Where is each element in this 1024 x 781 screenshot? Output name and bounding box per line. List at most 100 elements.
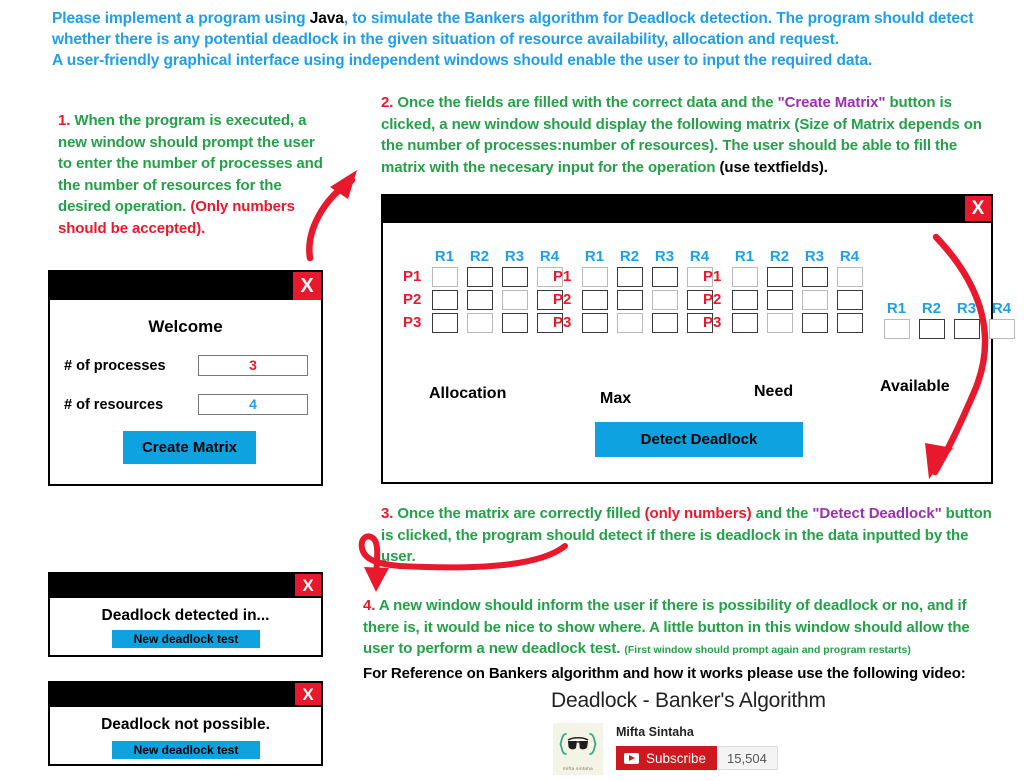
processes-input[interactable]: 3	[198, 355, 308, 376]
matrix-cell-allocation-p3-r2[interactable]	[466, 312, 493, 333]
instruction-2-bold-tail: (use textfields).	[719, 158, 828, 176]
matrix-row: P2	[553, 288, 717, 311]
close-icon[interactable]: X	[295, 574, 321, 596]
resource-header-r1: R1	[886, 300, 907, 317]
matrix-cell-available-avail-r4[interactable]	[988, 318, 1015, 339]
matrix-cell-allocation-p2-r1[interactable]	[431, 289, 458, 310]
process-label-p1: P1	[403, 268, 422, 285]
new-deadlock-test-button[interactable]: New deadlock test	[112, 630, 260, 648]
subscribe-row: Subscribe 15,504	[616, 746, 778, 770]
resource-header-r1: R1	[584, 248, 605, 265]
resource-header-r1: R1	[734, 248, 755, 265]
section-label-need: Need	[754, 383, 794, 400]
resource-header-r1: R1	[434, 248, 455, 265]
process-label-p1: P1	[553, 268, 572, 285]
instruction-1-number: 1.	[58, 112, 71, 129]
resources-label: # of resources	[64, 396, 164, 413]
matrix-cell-need-p3-r1[interactable]	[731, 312, 758, 333]
welcome-heading: Welcome	[148, 317, 223, 336]
matrix-cell-max-p2-r2[interactable]	[616, 289, 643, 310]
matrix-cell-allocation-p1-r2[interactable]	[466, 266, 493, 287]
resource-header-r3: R3	[956, 300, 977, 317]
matrix-cell-max-p2-r3[interactable]	[651, 289, 678, 310]
processes-label: # of processes	[64, 357, 166, 374]
matrix-cell-max-p3-r3[interactable]	[651, 312, 678, 333]
create-matrix-button[interactable]: Create Matrix	[123, 431, 256, 464]
matrix-cell-allocation-p3-r3[interactable]	[501, 312, 528, 333]
matrix-cell-need-p2-r3[interactable]	[801, 289, 828, 310]
instruction-4-reference: For Reference on Bankers algorithm and h…	[363, 664, 966, 682]
instruction-3-body-b: and the	[751, 505, 813, 522]
detect-deadlock-button[interactable]: Detect Deadlock	[595, 422, 803, 457]
channel-meta: Mifta Sintaha Subscribe 15,504	[616, 723, 778, 770]
matrix-cell-available-avail-r2[interactable]	[918, 318, 945, 339]
close-icon[interactable]: X	[293, 272, 321, 300]
instruction-3-red-note: (only numbers)	[644, 505, 752, 522]
subscribe-button[interactable]: Subscribe	[616, 746, 718, 770]
deadlock-not-possible-window: X Deadlock not possible. New deadlock te…	[48, 681, 323, 766]
resources-input[interactable]: 4	[198, 394, 308, 415]
resource-header-row: R1 R2 R3 R4	[879, 300, 1019, 317]
play-icon	[624, 752, 639, 764]
matrix-cell-max-p1-r3[interactable]	[651, 266, 678, 287]
matrix-cell-allocation-p3-r1[interactable]	[431, 312, 458, 333]
instruction-3-body-a: Once the matrix are correctly filled	[393, 505, 645, 522]
header-text-line3: A user-friendly graphical interface usin…	[52, 52, 873, 69]
matrix-group-available: R1 R2 R3 R4	[855, 300, 1019, 340]
close-icon[interactable]: X	[295, 683, 321, 705]
instruction-item-3: 3. Once the matrix are correctly filled …	[381, 503, 997, 568]
instruction-4-tiny-note: (First window should prompt again and pr…	[624, 644, 911, 656]
matrix-row: P1	[403, 265, 567, 288]
header-keyword-java: Java	[309, 10, 344, 27]
matrix-row: P1	[703, 265, 867, 288]
process-label-p3: P3	[553, 314, 572, 331]
instruction-item-4: 4. A new window should inform the user i…	[363, 595, 999, 684]
matrix-cell-allocation-p1-r1[interactable]	[431, 266, 458, 287]
matrix-cell-available-avail-r3[interactable]	[953, 318, 980, 339]
assignment-header: Please implement a program using Java, t…	[52, 8, 1002, 71]
matrix-cell-max-p1-r1[interactable]	[581, 266, 608, 287]
matrix-cell-need-p3-r3[interactable]	[801, 312, 828, 333]
instruction-2-highlight: "Create Matrix"	[777, 94, 886, 111]
matrix-cell-allocation-p2-r3[interactable]	[501, 289, 528, 310]
header-text-a: Please implement a program using	[52, 10, 310, 27]
new-deadlock-test-button[interactable]: New deadlock test	[112, 741, 260, 759]
section-label-available: Available	[880, 378, 950, 395]
process-label-p2: P2	[403, 291, 422, 308]
processes-row: # of processes 3	[50, 355, 321, 376]
avatar-caption: mifta sintaha	[563, 766, 593, 771]
matrix-row: P3	[703, 311, 867, 334]
result-titlebar: X	[50, 683, 321, 707]
close-icon[interactable]: X	[965, 196, 991, 221]
matrix-row: P3	[553, 311, 717, 334]
instruction-2-number: 2.	[381, 94, 394, 111]
matrix-cell-max-p2-r1[interactable]	[581, 289, 608, 310]
instruction-4-number: 4.	[363, 597, 376, 614]
matrix-cell-need-p1-r3[interactable]	[801, 266, 828, 287]
matrix-cell-need-p1-r1[interactable]	[731, 266, 758, 287]
channel-avatar: mifta sintaha	[553, 723, 603, 775]
matrix-cell-need-p2-r2[interactable]	[766, 289, 793, 310]
video-channel-row: mifta sintaha Mifta Sintaha Subscribe 15…	[553, 723, 778, 775]
matrix-cell-max-p1-r2[interactable]	[616, 266, 643, 287]
matrix-cell-need-p1-r2[interactable]	[766, 266, 793, 287]
section-label-allocation: Allocation	[429, 385, 507, 402]
matrix-cell-need-p1-r4[interactable]	[836, 266, 863, 287]
process-label-p2: P2	[703, 291, 722, 308]
matrix-cell-available-avail-r1[interactable]	[883, 318, 910, 339]
matrix-cell-need-p2-r1[interactable]	[731, 289, 758, 310]
subscriber-count: 15,504	[717, 746, 778, 770]
matrix-row: P2	[403, 288, 567, 311]
deadlock-not-possible-message: Deadlock not possible.	[101, 716, 270, 733]
resource-header-row: R1 R2 R3 R4	[727, 248, 867, 265]
matrix-row: P2	[703, 288, 867, 311]
matrix-cell-allocation-p1-r3[interactable]	[501, 266, 528, 287]
matrix-cell-need-p3-r2[interactable]	[766, 312, 793, 333]
matrix-cell-max-p3-r2[interactable]	[616, 312, 643, 333]
matrix-cell-max-p3-r1[interactable]	[581, 312, 608, 333]
matrix-titlebar: X	[383, 196, 991, 223]
resource-header-r3: R3	[804, 248, 825, 265]
matrix-cell-allocation-p2-r2[interactable]	[466, 289, 493, 310]
resource-header-r4: R4	[991, 300, 1012, 317]
instruction-3-highlight: "Detect Deadlock"	[812, 505, 942, 522]
